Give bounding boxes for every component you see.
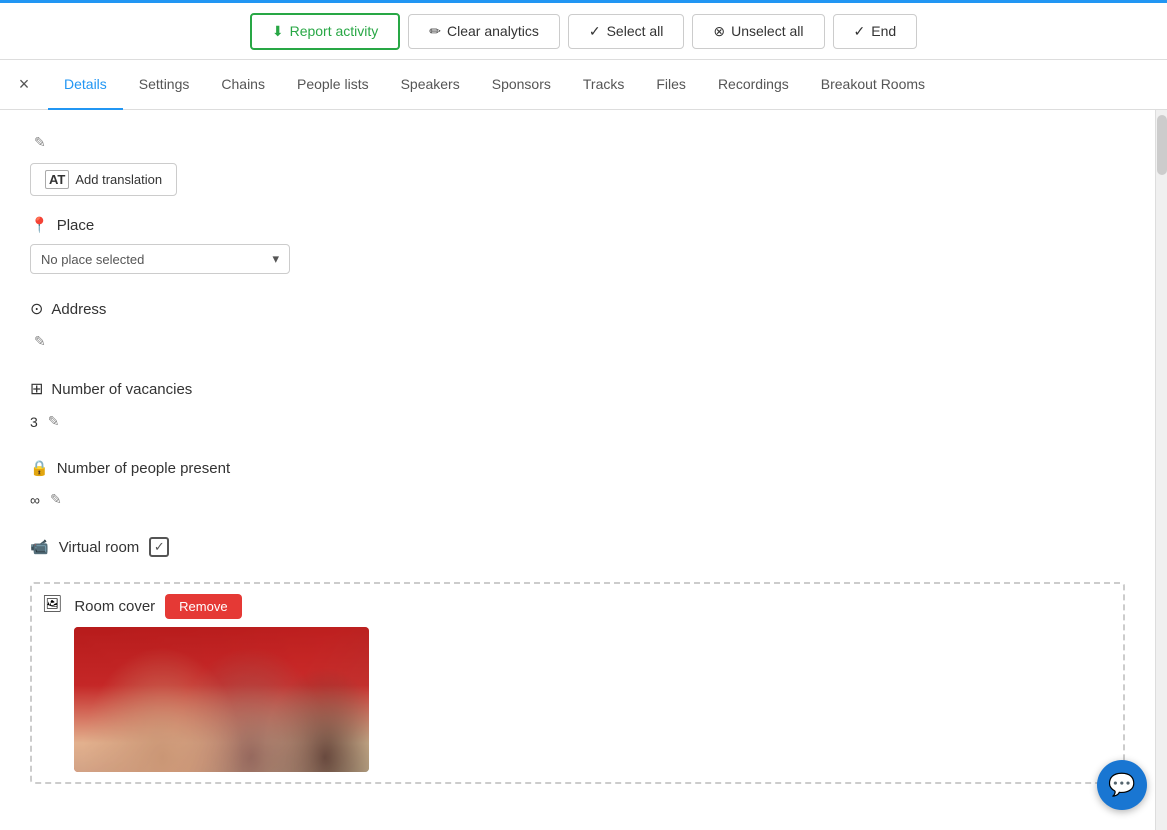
- chevron-down-icon: ▾: [272, 251, 279, 267]
- tab-details[interactable]: Details: [48, 60, 123, 110]
- scrollbar[interactable]: [1155, 110, 1167, 830]
- unselect-all-button[interactable]: ⊗ Unselect all: [692, 14, 824, 49]
- scrollbar-thumb[interactable]: [1157, 115, 1167, 175]
- end-button[interactable]: ✓ End: [833, 14, 918, 49]
- infinity-symbol: ∞: [30, 492, 40, 508]
- tab-recordings[interactable]: Recordings: [702, 60, 805, 110]
- select-all-label: Select all: [607, 23, 664, 39]
- close-circle-icon: ⊗: [713, 23, 725, 40]
- room-cover-section: 🖼 Room cover Remove: [30, 582, 1125, 784]
- tab-sponsors[interactable]: Sponsors: [476, 60, 567, 110]
- place-section: 📍 Place No place selected ▾: [30, 216, 1125, 274]
- place-placeholder: No place selected: [41, 252, 144, 267]
- room-cover-image: [74, 627, 369, 772]
- address-edit-icon[interactable]: ✎: [30, 329, 50, 354]
- virtual-room-row: 📹 Virtual room ✓: [30, 537, 1125, 557]
- remove-label: Remove: [179, 599, 227, 614]
- tab-people-lists[interactable]: People lists: [281, 60, 385, 110]
- vacancies-section: ⊞ Number of vacancies 3 ✎: [30, 379, 1125, 434]
- address-label: ⊙ Address: [30, 299, 1125, 319]
- add-translation-button[interactable]: AT Add translation: [30, 163, 177, 196]
- vacancies-label: ⊞ Number of vacancies: [30, 379, 1125, 399]
- virtual-room-checkbox[interactable]: ✓: [149, 537, 169, 557]
- place-select[interactable]: No place selected ▾: [30, 244, 290, 274]
- virtual-room-label: Virtual room: [59, 539, 140, 556]
- check-icon: ✓: [854, 23, 866, 40]
- pin-icon: 📍: [30, 216, 49, 234]
- vacancy-value: 3 ✎: [30, 409, 1125, 434]
- remove-button[interactable]: Remove: [165, 594, 241, 619]
- translate-icon: AT: [45, 170, 69, 189]
- clear-analytics-button[interactable]: ✏ Clear analytics: [408, 14, 560, 49]
- brush-icon: ✏: [429, 23, 441, 40]
- chat-button[interactable]: 💬: [1097, 760, 1147, 810]
- people-present-label: 🔒 Number of people present: [30, 459, 1125, 477]
- tab-chains[interactable]: Chains: [205, 60, 281, 110]
- room-cover-label: Room cover: [74, 598, 155, 615]
- compass-icon: ⊙: [30, 299, 43, 319]
- select-all-button[interactable]: ✓ Select all: [568, 14, 685, 49]
- tab-bar: × Details Settings Chains People lists S…: [0, 60, 1167, 110]
- top-edit-icon[interactable]: ✎: [30, 130, 50, 155]
- video-icon: 📹: [30, 538, 49, 556]
- tab-files[interactable]: Files: [640, 60, 702, 110]
- people-present-value: ∞ ✎: [30, 487, 1125, 512]
- report-activity-button[interactable]: ⬇ Report activity: [250, 13, 400, 50]
- tab-tracks[interactable]: Tracks: [567, 60, 640, 110]
- grid-icon: ⊞: [30, 379, 43, 399]
- tab-breakout-rooms[interactable]: Breakout Rooms: [805, 60, 941, 110]
- image-icon: 🖼: [42, 594, 62, 614]
- end-label: End: [871, 23, 896, 39]
- lock-icon: 🔒: [30, 459, 49, 477]
- download-icon: ⬇: [272, 23, 284, 40]
- clear-analytics-label: Clear analytics: [447, 23, 539, 39]
- people-present-edit-icon[interactable]: ✎: [46, 487, 66, 512]
- close-icon: ×: [19, 74, 30, 95]
- toolbar: ⬇ Report activity ✏ Clear analytics ✓ Se…: [0, 0, 1167, 60]
- add-translation-label: Add translation: [75, 172, 162, 187]
- virtual-room-section: 📹 Virtual room ✓: [30, 537, 1125, 557]
- close-button[interactable]: ×: [10, 71, 38, 99]
- tab-settings[interactable]: Settings: [123, 60, 206, 110]
- unselect-all-label: Unselect all: [731, 23, 803, 39]
- chat-icon: 💬: [1108, 772, 1135, 798]
- place-label: 📍 Place: [30, 216, 1125, 234]
- main-content: ✎ AT Add translation 📍 Place No place se…: [0, 110, 1167, 830]
- room-cover-row: 🖼 Room cover Remove: [30, 582, 1125, 784]
- address-section: ⊙ Address ✎: [30, 299, 1125, 354]
- vacancy-number: 3: [30, 414, 38, 430]
- content-area: ✎ AT Add translation 📍 Place No place se…: [0, 110, 1155, 830]
- people-present-section: 🔒 Number of people present ∞ ✎: [30, 459, 1125, 512]
- tab-speakers[interactable]: Speakers: [385, 60, 476, 110]
- report-activity-label: Report activity: [290, 23, 379, 39]
- vacancy-edit-icon[interactable]: ✎: [44, 409, 64, 434]
- check-circle-icon: ✓: [589, 23, 601, 40]
